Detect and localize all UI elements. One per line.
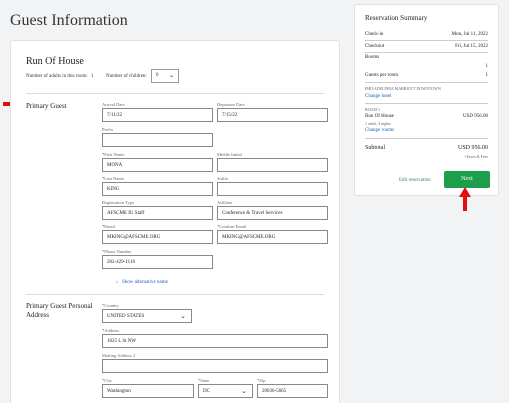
prefix-label: Prefix xyxy=(102,127,113,132)
room-index: ROOM 1 xyxy=(365,107,381,112)
summary-divider xyxy=(365,138,488,139)
page-title: Guest Information xyxy=(10,12,128,29)
affiliate-label: Affiliate xyxy=(217,200,233,205)
middle-initial-label: Middle Initial xyxy=(217,152,242,157)
subtotal-label: Subtotal xyxy=(365,145,386,151)
arrival-date-label: Arrival Date xyxy=(102,102,125,107)
show-alternative-name-label: Show alternative name xyxy=(122,280,168,285)
middle-initial-input[interactable] xyxy=(217,158,328,172)
chevron-down-icon: ⌄ xyxy=(168,73,174,79)
show-alternative-name-link[interactable]: › Show alternative name xyxy=(116,279,168,285)
room-name: Run Of House xyxy=(365,114,394,119)
summary-divider xyxy=(365,52,488,53)
address-label: *Address xyxy=(102,328,119,333)
mailing-address2-label: Mailing Address 2 xyxy=(102,353,136,358)
adults-counter: Number of adults in this room: 1 xyxy=(26,74,93,79)
phone-input[interactable]: 202-429-1116 xyxy=(102,255,213,269)
email-input[interactable]: MKING@AFSCME.ORG xyxy=(102,230,213,244)
first-name-label: *First Name xyxy=(102,152,125,157)
mailing-address2-input[interactable] xyxy=(102,359,328,373)
guest-form-card: Run Of House Number of adults in this ro… xyxy=(10,40,340,403)
suffix-input[interactable] xyxy=(217,182,328,196)
change-hotel-link[interactable]: Change hotel xyxy=(365,94,392,99)
section-divider xyxy=(26,294,324,295)
summary-divider xyxy=(365,82,488,83)
state-select[interactable]: DC ⌄ xyxy=(198,384,253,398)
children-label: Number of children: xyxy=(106,74,147,79)
arrival-date-input[interactable]: 7/11/22 xyxy=(102,108,213,122)
children-value: 0 xyxy=(156,73,159,78)
summary-divider xyxy=(365,103,488,104)
summary-title: Reservation Summary xyxy=(365,14,428,22)
hotel-name: PHILADELPHIA MARRIOTT DOWNTOWN xyxy=(365,86,441,91)
country-label: *Country xyxy=(102,303,120,308)
subtotal-value: USD 956.00 xyxy=(457,145,488,151)
subtotal-row: Subtotal USD 956.00 xyxy=(365,145,488,151)
guests-value: 1 xyxy=(485,73,489,78)
confirm-email-input[interactable]: MKING@AFSCME.ORG xyxy=(217,230,328,244)
zip-label: *Zip xyxy=(257,378,266,383)
rooms-label-row: Rooms xyxy=(365,55,488,60)
checkout-label: Checkout xyxy=(365,44,385,49)
last-name-input[interactable]: KING xyxy=(102,182,213,196)
red-arrow-up-icon xyxy=(459,187,471,211)
guests-row: Guests per room 1 xyxy=(365,73,488,78)
room-price: USD 956.00 xyxy=(462,114,488,119)
rooms-value-row: 1 xyxy=(365,64,489,69)
departure-date-label: Departure Date xyxy=(217,102,245,107)
registration-type-label: Registration Type xyxy=(102,200,134,205)
checkout-value: Fri, Jul 15, 2022 xyxy=(455,44,488,49)
email-label: *Email xyxy=(102,224,115,229)
primary-guest-label: Primary Guest xyxy=(26,102,67,110)
section-divider xyxy=(26,93,324,94)
taxes-note: +Taxes & Fees xyxy=(464,154,488,159)
room-row: Run Of House USD 956.00 xyxy=(365,114,488,119)
suffix-label: Suffix xyxy=(217,176,229,181)
confirm-email-label: *Confirm Email xyxy=(217,224,247,229)
adults-value: 1 xyxy=(90,74,94,79)
checkout-row: Checkout Fri, Jul 15, 2022 xyxy=(365,44,488,49)
departure-date-input[interactable]: 7/15/22 xyxy=(217,108,328,122)
country-value: UNITED STATES xyxy=(107,314,145,319)
next-button[interactable]: Next xyxy=(444,171,490,188)
chevron-down-icon: ⌄ xyxy=(180,312,186,320)
zip-input[interactable]: 20036-5665 xyxy=(257,384,328,398)
guests-label: Guests per room xyxy=(365,73,399,78)
chevron-right-icon: › xyxy=(116,279,118,285)
reservation-summary-card: Reservation Summary Check-in Mon, Jul 11… xyxy=(354,4,499,196)
phone-label: *Phone Number xyxy=(102,249,132,254)
room-detail: 1 adult, 4 nights xyxy=(365,121,391,126)
country-select[interactable]: UNITED STATES ⌄ xyxy=(102,309,192,323)
address-section-label: Primary Guest Personal Address xyxy=(26,302,93,319)
affiliate-input[interactable]: Conference & Travel Services xyxy=(217,206,328,220)
checkin-value: Mon, Jul 11, 2022 xyxy=(451,32,488,37)
first-name-input[interactable]: MONA xyxy=(102,158,213,172)
state-label: *State xyxy=(198,378,210,383)
state-value: DC xyxy=(203,389,210,394)
registration-type-input[interactable]: AFSCME IU Staff xyxy=(102,206,213,220)
adults-label: Number of adults in this room: xyxy=(26,74,88,79)
rooms-value: 1 xyxy=(485,64,489,69)
address-input[interactable]: 1625 L St NW xyxy=(102,334,328,348)
edit-reservation-link[interactable]: Edit reservation xyxy=(399,178,431,183)
change-rooms-link[interactable]: Change rooms xyxy=(365,128,394,133)
chevron-down-icon: ⌄ xyxy=(241,387,247,395)
children-select[interactable]: 0 ⌄ xyxy=(151,69,179,83)
city-input[interactable]: Washington xyxy=(102,384,194,398)
checkin-row: Check-in Mon, Jul 11, 2022 xyxy=(365,32,488,37)
checkin-label: Check-in xyxy=(365,32,384,37)
city-label: *City xyxy=(102,378,113,383)
rooms-label: Rooms xyxy=(365,55,380,60)
room-title: Run Of House xyxy=(26,56,84,67)
summary-divider xyxy=(365,40,488,41)
prefix-input[interactable] xyxy=(102,133,213,147)
last-name-label: *Last Name xyxy=(102,176,124,181)
